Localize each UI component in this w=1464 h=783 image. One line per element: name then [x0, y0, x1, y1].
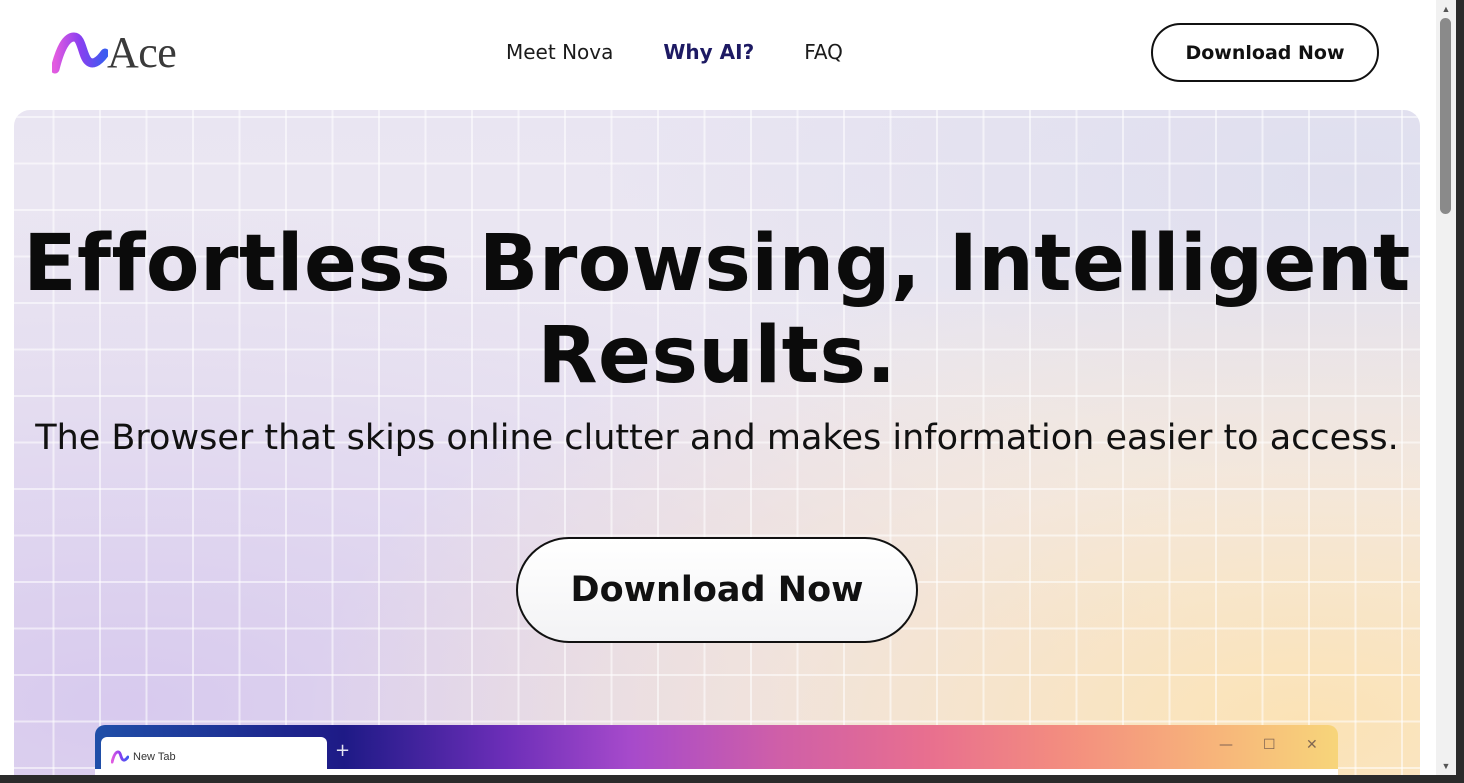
nav-meet-nova[interactable]: Meet Nova	[506, 38, 613, 66]
new-tab-icon: +	[335, 740, 351, 761]
site-header: Ace Meet Nova Why AI? FAQ Download Now	[0, 0, 1436, 108]
main-nav: Meet Nova Why AI? FAQ	[506, 38, 843, 66]
ace-logo-icon	[52, 32, 108, 74]
logo[interactable]: Ace	[52, 28, 177, 77]
nav-faq[interactable]: FAQ	[804, 38, 843, 66]
mockup-tab-label: New Tab	[133, 751, 176, 763]
scroll-up-icon[interactable]: ▲	[1436, 2, 1456, 16]
nav-why-ai[interactable]: Why AI?	[663, 38, 754, 66]
hero-download-button[interactable]: Download Now	[516, 537, 918, 643]
page-viewport: Ace Meet Nova Why AI? FAQ Download Now E…	[0, 0, 1436, 775]
ace-tab-icon	[111, 750, 129, 764]
hero-title-line1: Effortless Browsing, Intelligent	[23, 219, 1411, 309]
window-frame-edge	[1456, 0, 1464, 783]
logo-text: Ace	[107, 28, 177, 77]
minimize-icon: —	[1219, 737, 1233, 753]
hero-section: Effortless Browsing, Intelligent Results…	[14, 110, 1420, 775]
scrollbar-thumb[interactable]	[1440, 18, 1451, 214]
hero-subtitle: The Browser that skips online clutter an…	[35, 418, 1399, 458]
hero-title-line2: Results.	[537, 311, 897, 401]
vertical-scrollbar[interactable]: ▲ ▼	[1436, 0, 1456, 775]
browser-mockup: New Tab + — ☐ ✕	[95, 725, 1338, 775]
header-download-button[interactable]: Download Now	[1151, 23, 1379, 82]
close-icon: ✕	[1306, 737, 1318, 753]
scroll-down-icon[interactable]: ▼	[1436, 759, 1456, 773]
mockup-content-area	[95, 769, 1338, 775]
hero-title: Effortless Browsing, Intelligent Results…	[14, 218, 1420, 402]
maximize-icon: ☐	[1263, 737, 1276, 753]
